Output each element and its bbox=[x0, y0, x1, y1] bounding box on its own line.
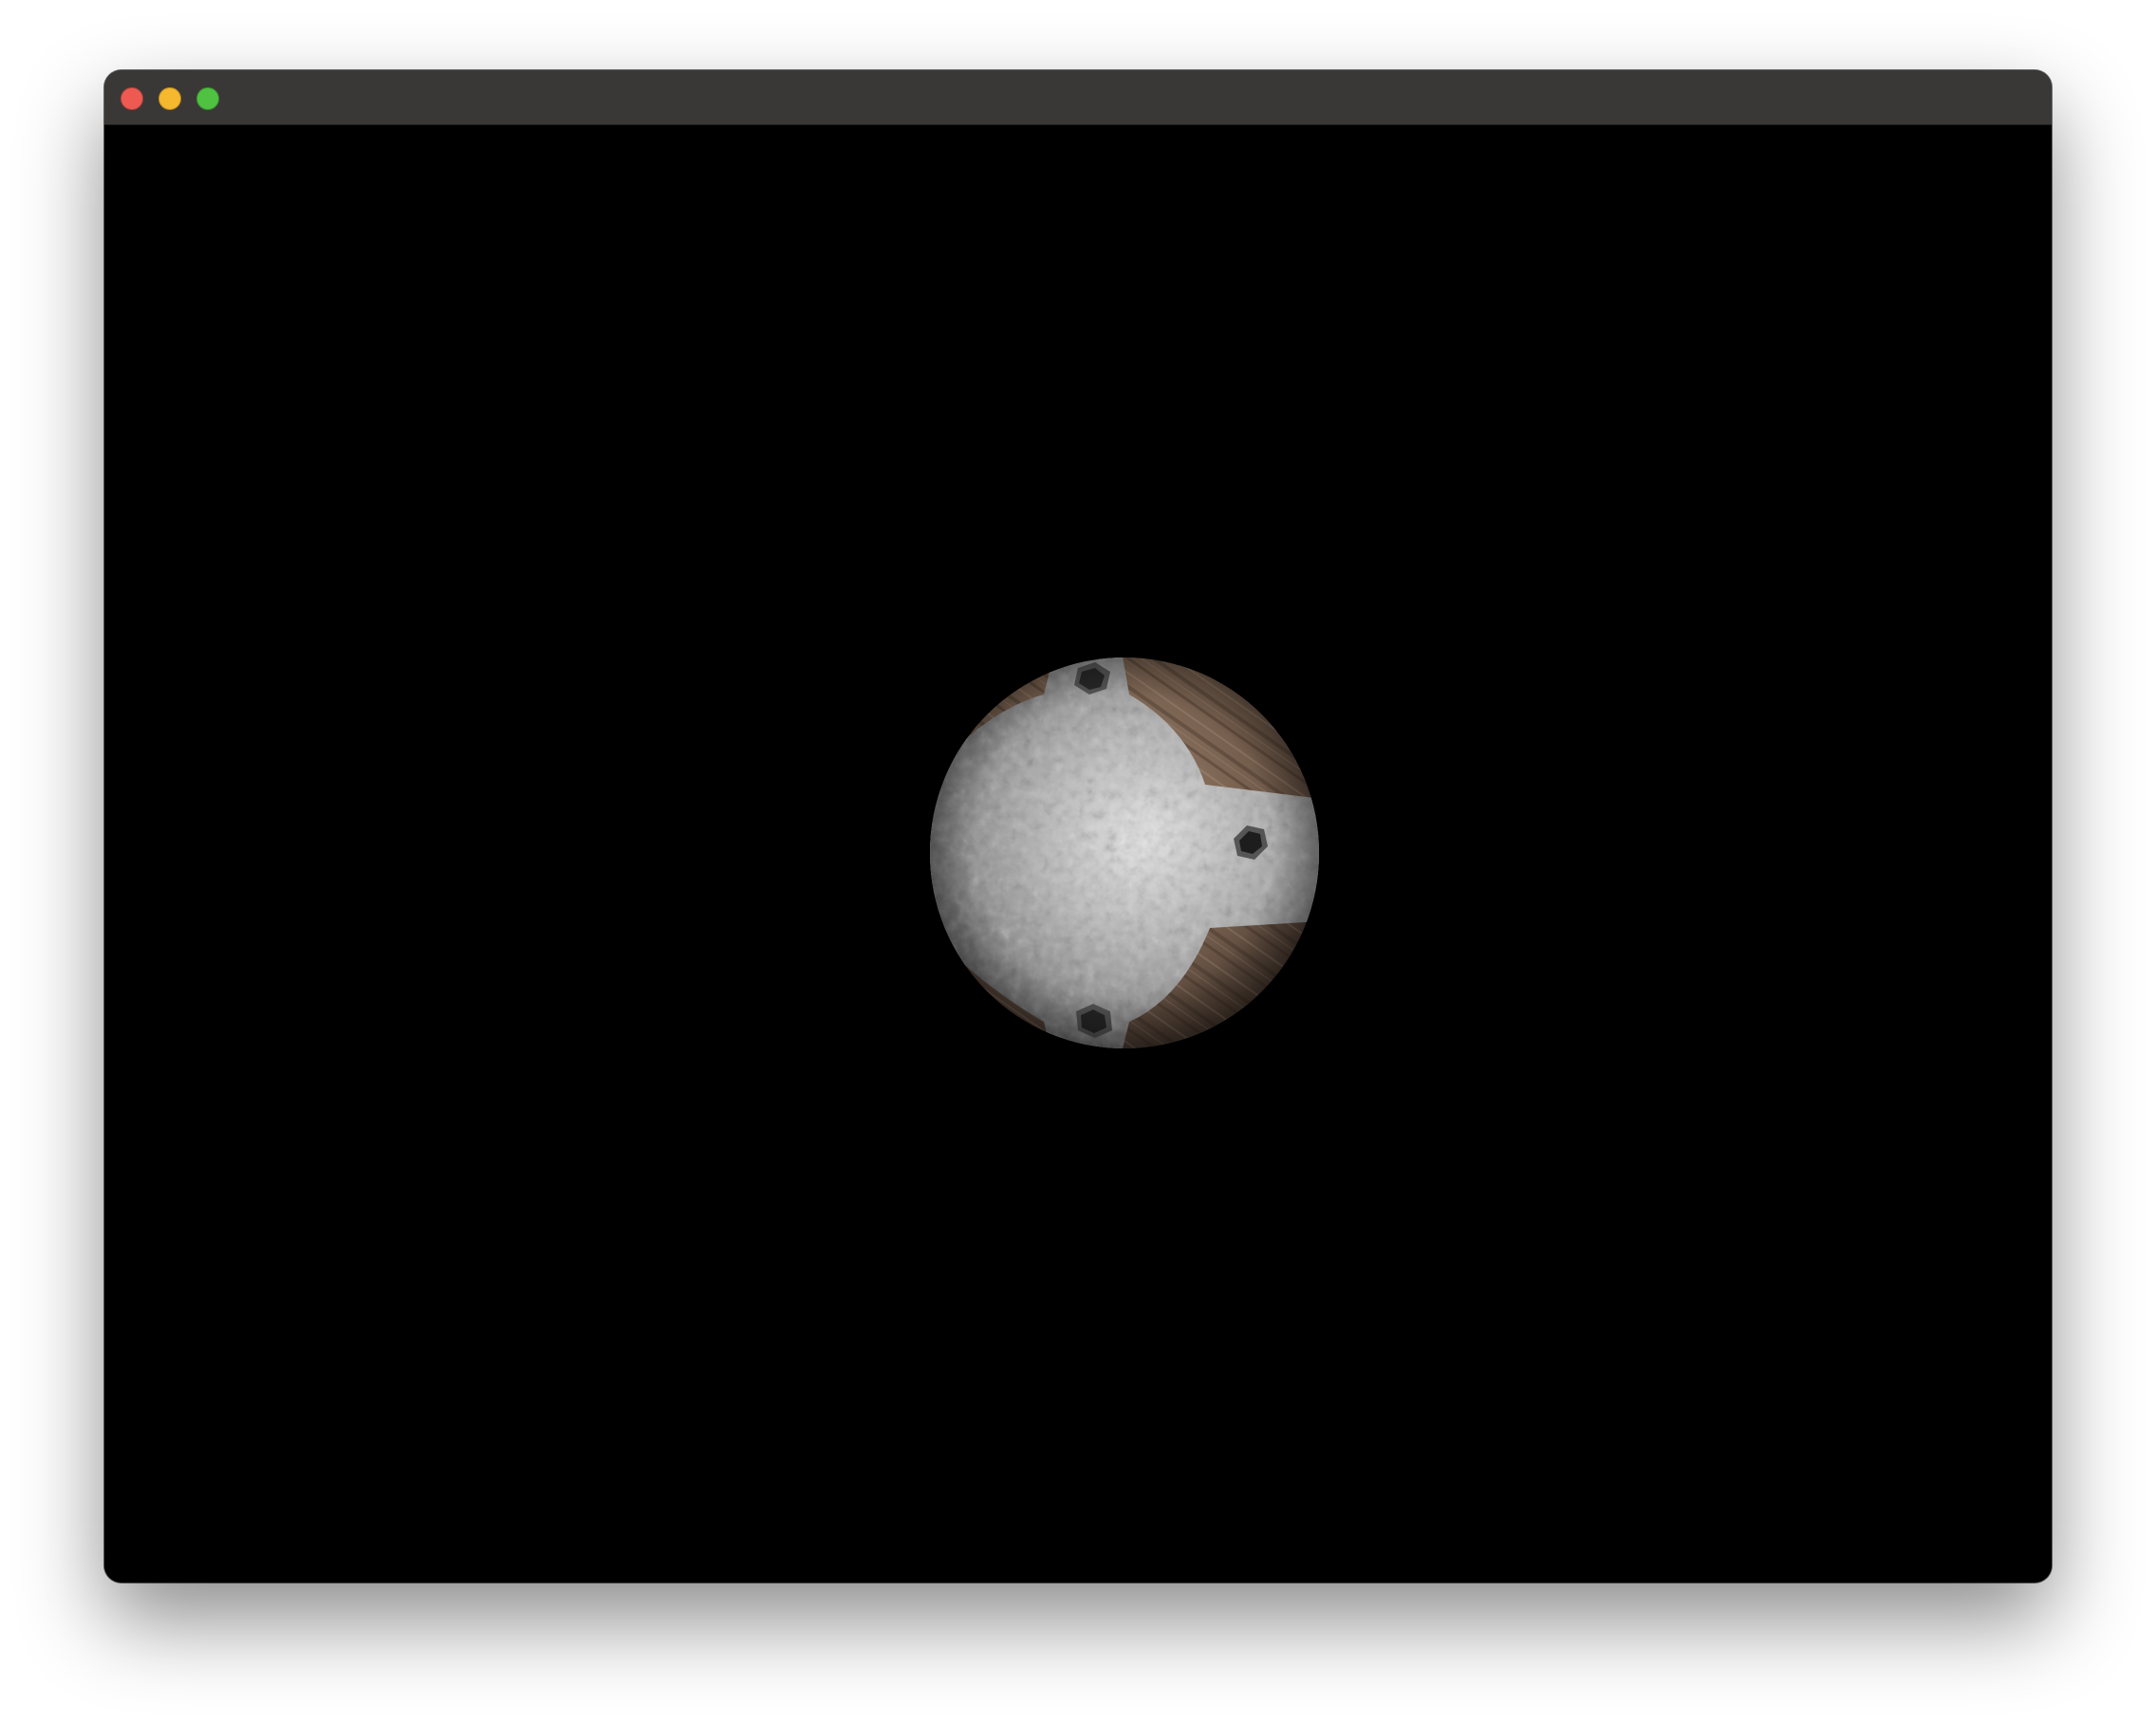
textured-sphere bbox=[930, 658, 1319, 1048]
sphere-shading bbox=[930, 658, 1319, 1048]
zoom-button[interactable] bbox=[196, 87, 219, 110]
close-button[interactable] bbox=[121, 87, 143, 110]
app-window bbox=[104, 70, 2052, 1583]
render-viewport[interactable] bbox=[104, 125, 2052, 1583]
render-canvas bbox=[930, 658, 1319, 1048]
minimize-button[interactable] bbox=[158, 87, 181, 110]
title-bar[interactable] bbox=[104, 70, 2052, 125]
